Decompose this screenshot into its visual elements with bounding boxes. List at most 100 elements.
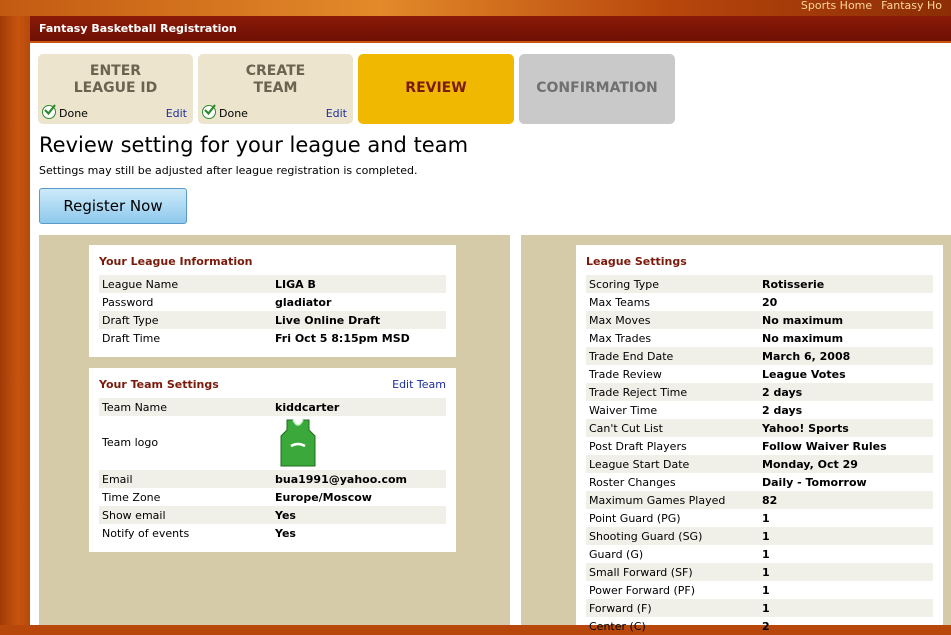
setting-value: Follow Waiver Rules	[762, 440, 887, 453]
done-label: Done	[219, 107, 248, 120]
step-label-line1: CREATE	[245, 63, 306, 79]
done-indicator: Done	[202, 104, 248, 120]
step-label-line2: TEAM	[253, 80, 298, 96]
setting-value: Monday, Oct 29	[762, 458, 858, 471]
league-settings-heading: League Settings	[586, 255, 687, 268]
setting-label: Scoring Type	[589, 278, 660, 291]
league-info-heading: Your League Information	[99, 255, 253, 268]
setting-value: 1	[762, 566, 770, 579]
step-label: CONFIRMATION	[536, 80, 658, 96]
setting-label: Point Guard (PG)	[589, 512, 681, 525]
setting-value: 1	[762, 602, 770, 615]
table-row: Roster Changes Daily - Tomorrow	[586, 473, 933, 491]
table-row: Draft Type Live Online Draft	[99, 311, 446, 329]
step-label-line1: ENTER	[89, 63, 142, 79]
league-info-card: Your League Information League Name LIGA …	[89, 245, 456, 357]
setting-value: 2	[762, 620, 770, 633]
setting-label: Waiver Time	[589, 404, 658, 417]
setting-value: Yahoo! Sports	[762, 422, 849, 435]
step-label: REVIEW	[405, 80, 467, 96]
edit-team-step-link[interactable]: Edit	[326, 107, 347, 120]
page-title: Review setting for your league and team	[39, 133, 469, 157]
page-header-title: Fantasy Basketball Registration	[39, 22, 237, 35]
table-row: Max Teams 20	[586, 293, 933, 311]
setting-value: Daily - Tomorrow	[762, 476, 867, 489]
left-rail	[0, 16, 30, 625]
setting-value: Rotisserie	[762, 278, 825, 291]
table-row: Power Forward (PF) 1	[586, 581, 933, 599]
setting-value: 1	[762, 584, 770, 597]
table-row: Post Draft Players Follow Waiver Rules	[586, 437, 933, 455]
setting-label: Max Moves	[589, 314, 651, 327]
table-row: League Start Date Monday, Oct 29	[586, 455, 933, 473]
table-row: League Name LIGA B	[99, 275, 446, 293]
page-subtitle: Settings may still be adjusted after lea…	[39, 164, 418, 177]
table-row: Max Trades No maximum	[586, 329, 933, 347]
setting-value: 1	[762, 512, 770, 525]
done-indicator: Done	[42, 104, 88, 120]
setting-value: 1	[762, 548, 770, 561]
table-row: Small Forward (SF) 1	[586, 563, 933, 581]
setting-value: 2 days	[762, 386, 803, 399]
setting-label: Trade Reject Time	[589, 386, 688, 399]
setting-value: No maximum	[762, 332, 844, 345]
setting-label: Power Forward (PF)	[589, 584, 696, 597]
setting-label: Post Draft Players	[589, 440, 687, 453]
team-settings-heading: Your Team Settings	[99, 378, 219, 391]
table-row: Scoring Type Rotisserie	[586, 275, 933, 293]
league-settings-card: League Settings Scoring Type Rotisserie Ma…	[576, 245, 943, 633]
setting-label: Maximum Games Played	[589, 494, 726, 507]
table-row: Team Name kiddcarter	[99, 398, 446, 416]
table-row: Time Zone Europe/Moscow	[102, 491, 372, 504]
team-settings-card: Your Team Settings Edit Team Team Name ki…	[89, 368, 456, 552]
edit-league-id-link[interactable]: Edit	[166, 107, 187, 120]
check-icon	[42, 104, 56, 119]
table-row: Point Guard (PG) 1	[586, 509, 933, 527]
setting-label: League Start Date	[589, 458, 690, 471]
done-label: Done	[59, 107, 88, 120]
table-row: Trade Reject Time 2 days	[586, 383, 933, 401]
top-links: Sports Home Fantasy Ho	[801, 0, 951, 12]
setting-label: Roster Changes	[589, 476, 676, 489]
setting-label: Small Forward (SF)	[589, 566, 693, 579]
table-row: Password gladiator	[102, 296, 332, 309]
check-icon	[202, 104, 216, 119]
setting-value: No maximum	[762, 314, 844, 327]
table-row: Show email Yes	[99, 506, 446, 524]
title-bar: Fantasy Basketball Registration	[30, 16, 951, 43]
left-panel: Your League Information League Name LIGA …	[39, 235, 510, 625]
setting-value: League Votes	[762, 368, 846, 381]
setting-value: 20	[762, 296, 778, 309]
table-row: Can't Cut List Yahoo! Sports	[586, 419, 933, 437]
setting-label: Center (C)	[589, 620, 646, 633]
top-banner: Sports Home Fantasy Ho	[0, 0, 951, 16]
setting-label: Trade Review	[589, 368, 662, 381]
sports-home-link[interactable]: Sports Home	[801, 0, 872, 12]
table-row: Trade End Date March 6, 2008	[586, 347, 933, 365]
setting-value: March 6, 2008	[762, 350, 851, 363]
table-row: Shooting Guard (SG) 1	[586, 527, 933, 545]
fantasy-home-link[interactable]: Fantasy Ho	[881, 0, 942, 12]
table-row: Email bua1991@yahoo.com	[99, 470, 446, 488]
right-panel: League Settings Scoring Type Rotisserie Ma…	[521, 235, 951, 633]
setting-label: Forward (F)	[589, 602, 652, 615]
setting-label: Max Trades	[589, 332, 652, 345]
table-row: Team logo	[99, 416, 446, 470]
step-label-line2: LEAGUE ID	[73, 80, 158, 96]
edit-team-link[interactable]: Edit Team	[392, 378, 446, 391]
table-row: Center (C) 2	[586, 617, 933, 635]
step-review: REVIEW	[358, 54, 514, 124]
table-row: Max Moves No maximum	[586, 311, 933, 329]
table-row: Guard (G) 1	[586, 545, 933, 563]
table-row: Forward (F) 1	[586, 599, 933, 617]
register-now-button[interactable]: Register Now	[39, 188, 187, 224]
table-row: Waiver Time 2 days	[586, 401, 933, 419]
league-settings-rows: Scoring Type Rotisserie Max Teams 20 Max Mov…	[586, 275, 933, 635]
league-info-rows: League Name LIGA B Password gladiator Draf…	[99, 275, 446, 347]
table-row: Draft Time Fri Oct 5 8:15pm MSD	[102, 332, 410, 345]
table-row: Maximum Games Played 82	[586, 491, 933, 509]
setting-label: Trade End Date	[589, 350, 674, 363]
step-create-team: CREATE TEAM Done Edit	[198, 54, 353, 124]
green-jersey-icon	[279, 418, 317, 471]
step-enter-league-id: ENTER LEAGUE ID Done Edit	[38, 54, 193, 124]
